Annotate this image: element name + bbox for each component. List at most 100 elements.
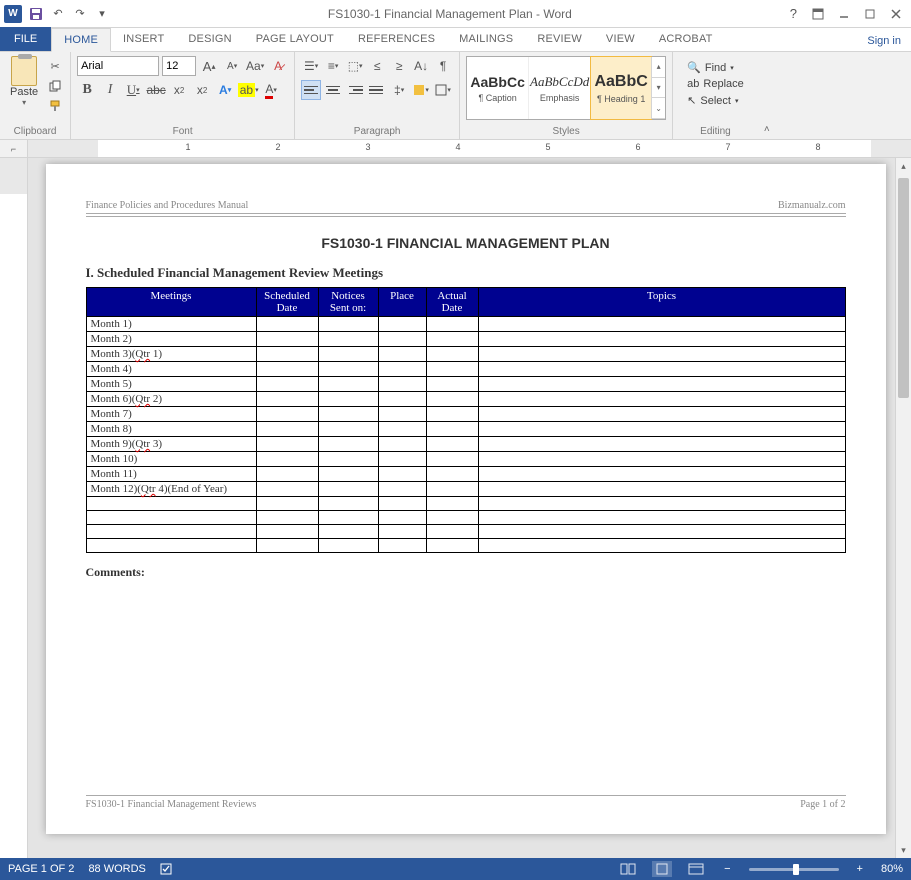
highlight-icon[interactable]: ab▾ <box>238 80 258 100</box>
window-controls: ? <box>790 3 907 25</box>
inc-indent-icon[interactable]: ≥ <box>389 56 409 76</box>
shrink-font-icon[interactable]: A▾ <box>222 56 242 76</box>
styles-up-icon[interactable]: ▴ <box>652 57 665 78</box>
ribbon: Paste ▾ ✂ Clipboard A▴ A▾ Aa▾ A̷ <box>0 52 911 140</box>
superscript-button[interactable]: x2 <box>192 80 212 100</box>
style-heading1[interactable]: AaBbC ¶ Heading 1 <box>590 56 652 120</box>
maximize-icon[interactable] <box>859 3 881 25</box>
text-effects-icon[interactable]: A▾ <box>215 80 235 100</box>
sort-icon[interactable]: A↓ <box>411 56 431 76</box>
ribbon-tabs: FILE HOME INSERT DESIGN PAGE LAYOUT REFE… <box>0 28 911 52</box>
table-row: Month 12)(Qtr 4)(End of Year) <box>86 482 845 497</box>
shading-icon[interactable]: ▾ <box>411 80 431 100</box>
tab-mailings[interactable]: MAILINGS <box>447 27 525 51</box>
styles-gallery: AaBbCc ¶ Caption AaBbCcDd Emphasis AaBbC… <box>466 56 666 120</box>
find-button[interactable]: 🔍Find ▾ <box>685 60 746 75</box>
font-color-icon[interactable]: A▾ <box>261 80 281 100</box>
zoom-out-icon[interactable]: − <box>720 863 734 875</box>
zoom-slider[interactable] <box>749 868 839 871</box>
redo-icon[interactable]: ↷ <box>72 6 88 22</box>
word-count[interactable]: 88 WORDS <box>88 863 145 875</box>
paste-button[interactable]: Paste ▾ <box>6 56 42 107</box>
zoom-in-icon[interactable]: + <box>853 863 867 875</box>
ruler-vertical[interactable] <box>0 158 28 858</box>
align-center-icon[interactable] <box>323 80 343 100</box>
document-page[interactable]: Finance Policies and Procedures Manual B… <box>46 164 886 834</box>
web-layout-icon[interactable] <box>686 861 706 877</box>
table-row: Month 1) <box>86 317 845 332</box>
underline-button[interactable]: U▾ <box>123 80 143 100</box>
italic-button[interactable]: I <box>100 80 120 100</box>
group-editing: 🔍Find ▾ abReplace ↖Select ▾ Editing <box>673 52 758 139</box>
tab-acrobat[interactable]: ACROBAT <box>647 27 725 51</box>
table-row: Month 4) <box>86 362 845 377</box>
tab-file[interactable]: FILE <box>0 27 51 51</box>
numbering-icon[interactable]: ≡▾ <box>323 56 343 76</box>
grow-font-icon[interactable]: A▴ <box>199 56 219 76</box>
col-place: Place <box>378 288 426 317</box>
dec-indent-icon[interactable]: ≤ <box>367 56 387 76</box>
document-viewport: Finance Policies and Procedures Manual B… <box>28 158 911 858</box>
bold-button[interactable]: B <box>77 80 97 100</box>
tab-selector-icon[interactable]: ⌐ <box>0 140 28 157</box>
word-app-icon: W <box>4 5 22 23</box>
table-row <box>86 525 845 539</box>
help-icon[interactable]: ? <box>790 6 803 21</box>
qat-customize-icon[interactable]: ▾ <box>94 6 110 22</box>
strike-button[interactable]: abc <box>146 80 166 100</box>
read-mode-icon[interactable] <box>618 861 638 877</box>
close-icon[interactable] <box>885 3 907 25</box>
scroll-down-icon[interactable]: ▾ <box>896 842 911 858</box>
show-marks-icon[interactable]: ¶ <box>433 56 453 76</box>
tab-design[interactable]: DESIGN <box>176 27 243 51</box>
zoom-level[interactable]: 80% <box>881 863 903 875</box>
clear-format-icon[interactable]: A̷ <box>268 56 288 76</box>
align-right-icon[interactable] <box>345 80 365 100</box>
multilevel-icon[interactable]: ⬚▾ <box>345 56 365 76</box>
bullets-icon[interactable]: ☰▾ <box>301 56 321 76</box>
styles-label: Styles <box>466 124 666 137</box>
table-row: Month 9)(Qtr 3) <box>86 437 845 452</box>
document-title: FS1030-1 FINANCIAL MANAGEMENT PLAN <box>86 235 846 251</box>
spell-check-icon[interactable] <box>160 862 174 876</box>
scroll-up-icon[interactable]: ▴ <box>896 158 911 174</box>
style-emphasis[interactable]: AaBbCcDd Emphasis <box>529 57 591 119</box>
font-size-input[interactable] <box>162 56 196 76</box>
cut-icon[interactable]: ✂ <box>46 58 64 74</box>
tab-insert[interactable]: INSERT <box>111 27 176 51</box>
sign-in-link[interactable]: Sign in <box>857 31 911 51</box>
subscript-button[interactable]: x2 <box>169 80 189 100</box>
page-status[interactable]: PAGE 1 OF 2 <box>8 863 74 875</box>
tab-page-layout[interactable]: PAGE LAYOUT <box>244 27 346 51</box>
line-spacing-icon[interactable]: ‡▾ <box>389 80 409 100</box>
justify-icon[interactable] <box>367 80 387 100</box>
tab-home[interactable]: HOME <box>51 28 111 52</box>
ribbon-display-icon[interactable] <box>807 3 829 25</box>
format-painter-icon[interactable] <box>46 98 64 114</box>
change-case-icon[interactable]: Aa▾ <box>245 56 265 76</box>
table-row: Month 6)(Qtr 2) <box>86 392 845 407</box>
save-icon[interactable] <box>28 6 44 22</box>
footer-right: Page 1 of 2 <box>800 799 845 810</box>
font-name-input[interactable] <box>77 56 159 76</box>
tab-view[interactable]: VIEW <box>594 27 647 51</box>
tab-references[interactable]: REFERENCES <box>346 27 447 51</box>
section-heading: I. Scheduled Financial Management Review… <box>86 265 846 281</box>
ruler-horizontal[interactable]: ⌐ 1 2 3 4 5 6 7 8 <box>0 140 911 158</box>
align-left-icon[interactable] <box>301 80 321 100</box>
group-styles: AaBbCc ¶ Caption AaBbCcDd Emphasis AaBbC… <box>460 52 673 139</box>
vertical-scrollbar[interactable]: ▴ ▾ <box>895 158 911 858</box>
tab-review[interactable]: REVIEW <box>525 27 594 51</box>
styles-down-icon[interactable]: ▾ <box>652 78 665 99</box>
style-caption[interactable]: AaBbCc ¶ Caption <box>467 57 529 119</box>
collapse-ribbon-icon[interactable]: ˄ <box>764 124 770 135</box>
undo-icon[interactable]: ↶ <box>50 6 66 22</box>
select-button[interactable]: ↖Select ▾ <box>685 93 746 108</box>
minimize-icon[interactable] <box>833 3 855 25</box>
borders-icon[interactable]: ▾ <box>433 80 453 100</box>
styles-more-icon[interactable]: ⌄ <box>652 98 665 119</box>
print-layout-icon[interactable] <box>652 861 672 877</box>
scroll-thumb[interactable] <box>898 178 909 398</box>
replace-button[interactable]: abReplace <box>685 77 746 91</box>
copy-icon[interactable] <box>46 78 64 94</box>
